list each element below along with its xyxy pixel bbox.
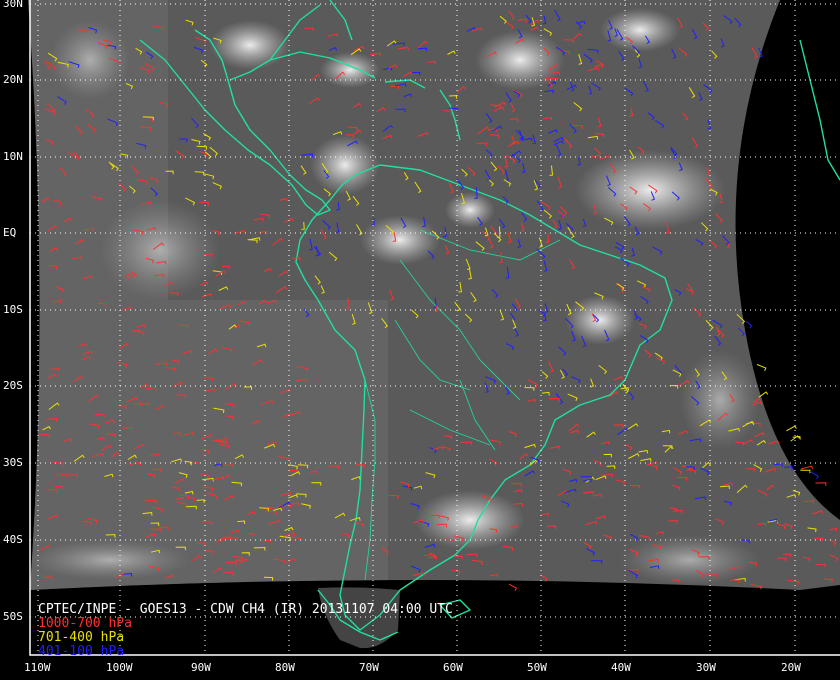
- latitude-label: 30N: [3, 0, 23, 10]
- longitude-label: 40W: [611, 661, 631, 674]
- legend-low-level: 1000-700 hPa: [38, 616, 132, 631]
- latitude-label: 10S: [3, 303, 23, 316]
- longitude-label: 20W: [781, 661, 801, 674]
- latitude-label: 30S: [3, 456, 23, 469]
- earth-disk: [28, 0, 840, 590]
- wind-barb: [745, 320, 753, 329]
- longitude-label: 50W: [527, 661, 547, 674]
- wind-barb: [800, 469, 811, 474]
- longitude-label: 80W: [275, 661, 295, 674]
- coastline-africa: [799, 39, 840, 181]
- legend-mid-level: 701-400 hPa: [38, 630, 125, 645]
- wind-barb: [508, 583, 518, 591]
- legend-high-level: 401-100 hPa: [38, 644, 125, 659]
- latitude-label: 50S: [3, 610, 23, 623]
- longitude-label: 60W: [443, 661, 463, 674]
- map-canvas: [28, 0, 840, 656]
- latitude-label: 20N: [3, 73, 23, 86]
- wind-barb: [809, 470, 819, 480]
- latitude-label: EQ: [3, 226, 17, 239]
- longitude-label: 110W: [24, 661, 51, 674]
- wind-barb: [815, 482, 827, 486]
- latitude-label: 20S: [3, 379, 23, 392]
- wind-barb: [800, 465, 813, 470]
- longitude-label: 100W: [106, 661, 133, 674]
- wind-barb: [756, 364, 767, 371]
- longitude-label: 70W: [359, 661, 379, 674]
- longitude-label: 30W: [696, 661, 716, 674]
- longitude-label: 90W: [191, 661, 211, 674]
- map-title: CPTEC/INPE - GOES13 - CDW CH4 (IR) 20131…: [38, 602, 453, 617]
- latitude-label: 40S: [3, 533, 23, 546]
- map-caption: CPTEC/INPE - GOES13 - CDW CH4 (IR) 20131…: [38, 603, 453, 659]
- satellite-wind-map: 30N 20N 10N EQ 10S 20S 30S 40S 50S 110W 100W 90W 80…: [0, 0, 840, 680]
- latitude-label: 10N: [3, 150, 23, 163]
